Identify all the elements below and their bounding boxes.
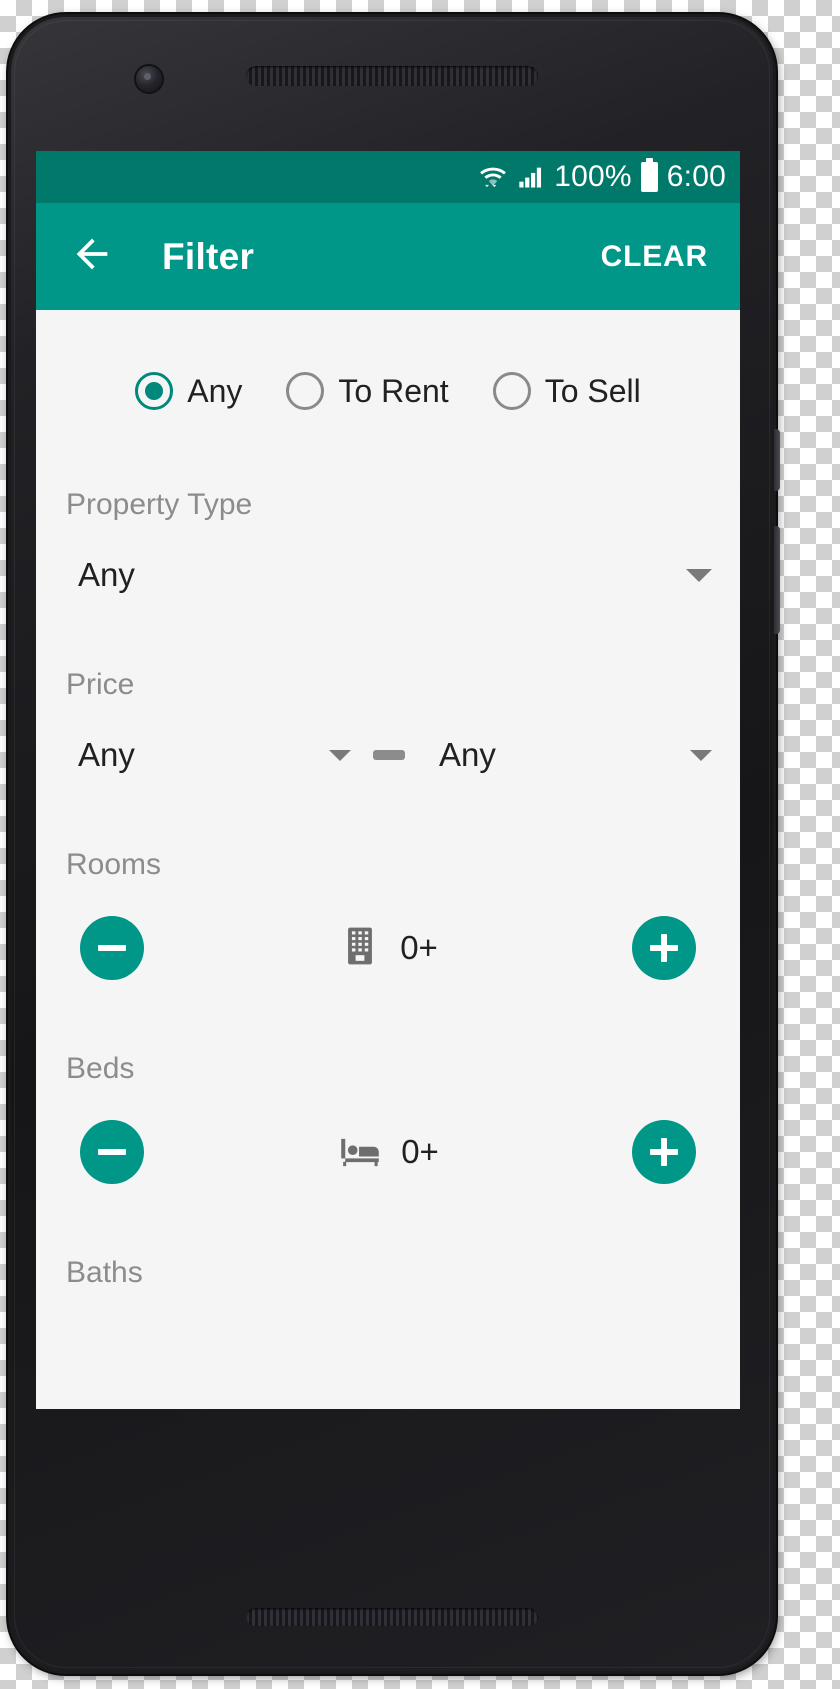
app-bar: Filter CLEAR [36,203,740,310]
price-max-value: Any [439,736,496,773]
chevron-down-icon [329,749,351,761]
clock-label: 6:00 [666,160,726,193]
rooms-count-value: 0+ [400,929,438,966]
phone-screen: 100% 6:00 Filter CLEAR Any To Rent To Se… [36,151,740,1409]
beds-count-value: 0+ [401,1133,439,1170]
filter-content: Any To Rent To Sell Property Type Any Pr… [36,310,740,1409]
rooms-increment-button[interactable] [632,916,696,980]
beds-decrement-button[interactable] [80,1120,144,1184]
apartment-building-icon [338,924,382,973]
radio-option-any[interactable]: Any [135,372,242,410]
price-label: Price [66,668,135,701]
property-type-label: Property Type [66,488,253,521]
plus-icon-vertical [661,934,667,962]
status-bar: 100% 6:00 [36,151,740,203]
radio-label-any: Any [187,372,243,409]
cellular-signal-icon [517,163,545,191]
rooms-stepper-row: 0+ [36,882,740,980]
beds-increment-button[interactable] [632,1120,696,1184]
page-title: Filter [162,235,255,277]
battery-percent-label: 100% [554,160,632,193]
radio-label-to-sell: To Sell [544,372,641,409]
price-min-dropdown[interactable]: Any [66,736,351,774]
clear-button[interactable]: CLEAR [597,230,712,284]
price-max-dropdown[interactable]: Any [427,736,712,774]
radio-button-unselected-icon[interactable] [286,372,325,410]
back-button[interactable] [64,229,120,285]
radio-button-unselected-icon[interactable] [492,372,531,410]
rooms-decrement-button[interactable] [80,916,144,980]
radio-button-selected-icon[interactable] [135,372,174,410]
earpiece-speaker-grille [246,66,538,86]
radio-option-to-sell[interactable]: To Sell [492,372,641,410]
power-button[interactable] [774,429,780,491]
property-type-row: Any [36,522,740,594]
beds-stepper-row: 0+ [36,1086,740,1184]
property-type-value: Any [78,556,135,593]
listing-type-radio-group: Any To Rent To Sell [36,310,740,410]
chevron-down-icon [686,568,712,582]
phone-device-frame: 100% 6:00 Filter CLEAR Any To Rent To Se… [8,14,780,1674]
radio-option-to-rent[interactable]: To Rent [286,372,449,410]
baths-label: Baths [66,1256,143,1289]
rooms-label: Rooms [66,848,162,881]
minus-icon [98,1149,126,1155]
beds-value-group: 0+ [144,1127,632,1178]
bottom-speaker-grille [246,1608,538,1626]
price-range-row: Any Any [36,702,740,774]
radio-label-to-rent: To Rent [338,372,449,409]
minus-icon [98,945,126,951]
volume-button[interactable] [774,526,780,634]
bed-icon [337,1127,383,1178]
wifi-icon [478,162,508,192]
price-range-separator-icon [373,750,405,760]
rooms-value-group: 0+ [144,924,632,973]
plus-icon-vertical [661,1138,667,1166]
property-type-dropdown[interactable]: Any [66,556,712,594]
battery-full-icon [640,158,658,192]
front-camera-icon [136,66,162,92]
arrow-back-icon [69,231,115,282]
price-min-value: Any [78,736,135,773]
chevron-down-icon [690,749,712,761]
beds-label: Beds [66,1052,135,1085]
